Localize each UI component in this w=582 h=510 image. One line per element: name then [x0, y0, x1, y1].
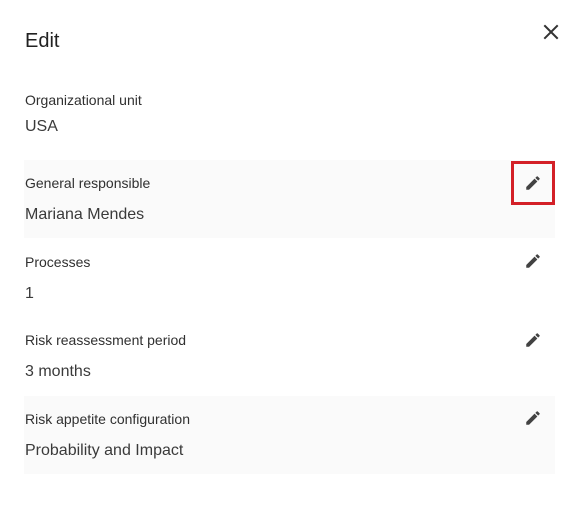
field-risk-appetite-configuration: Risk appetite configuration Probability …	[24, 396, 555, 474]
field-label: General responsible	[25, 175, 151, 191]
pencil-icon	[526, 254, 540, 268]
field-processes: Processes 1	[24, 238, 555, 316]
field-label: Processes	[25, 254, 91, 270]
field-label: Organizational unit	[25, 92, 142, 108]
dialog-title: Edit	[25, 30, 60, 52]
field-value: USA	[25, 118, 58, 135]
field-risk-reassessment-period: Risk reassessment period 3 months	[24, 316, 555, 396]
field-general-responsible: General responsible Mariana Mendes	[24, 160, 555, 238]
field-label: Risk appetite configuration	[25, 411, 190, 427]
close-button[interactable]	[538, 19, 564, 45]
field-value: 1	[25, 285, 34, 302]
edit-general-responsible-button[interactable]	[511, 161, 555, 205]
edit-risk-reassessment-period-button[interactable]	[511, 318, 555, 362]
field-value: Mariana Mendes	[25, 206, 145, 223]
edit-processes-button[interactable]	[511, 239, 555, 283]
field-value: Probability and Impact	[25, 442, 184, 459]
field-value: 3 months	[25, 363, 91, 380]
pencil-icon	[526, 176, 540, 190]
close-icon	[543, 24, 559, 40]
pencil-icon	[526, 333, 540, 347]
field-label: Risk reassessment period	[25, 332, 187, 348]
pencil-icon	[526, 411, 540, 425]
field-organizational-unit: Organizational unit USA	[24, 82, 555, 148]
edit-dialog: Edit Organizational unit USA General res…	[0, 0, 582, 510]
edit-risk-appetite-configuration-button[interactable]	[511, 396, 555, 440]
